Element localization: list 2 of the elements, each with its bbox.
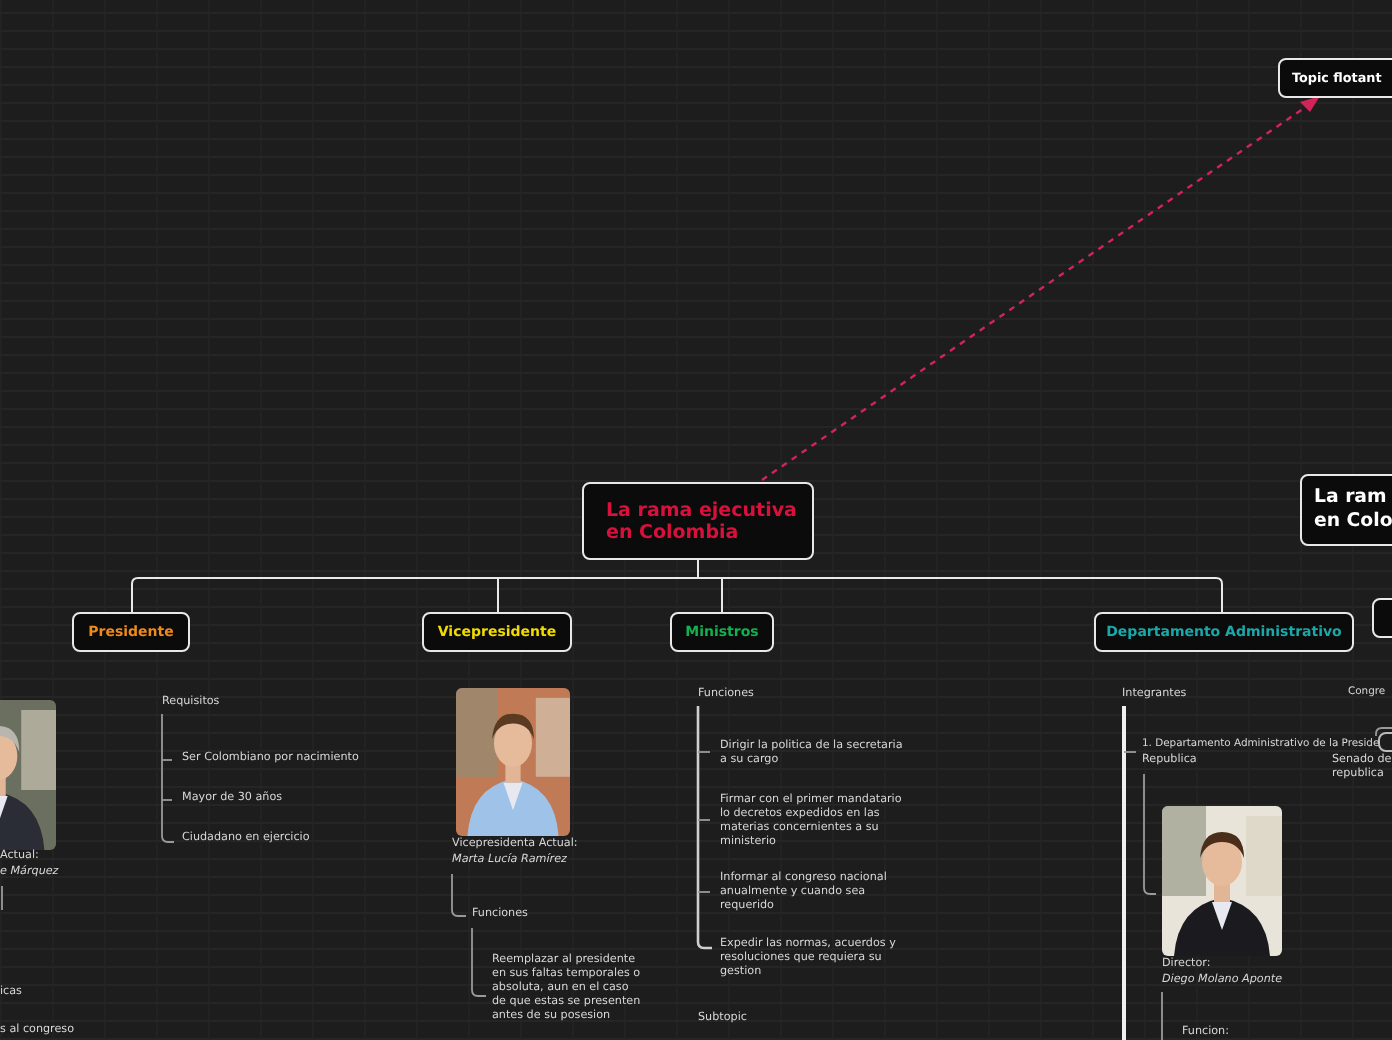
central-topic[interactable]: La rama ejecutiva en Colombia	[582, 482, 814, 560]
central-topic[interactable]: La ram en Colo	[1300, 474, 1392, 546]
